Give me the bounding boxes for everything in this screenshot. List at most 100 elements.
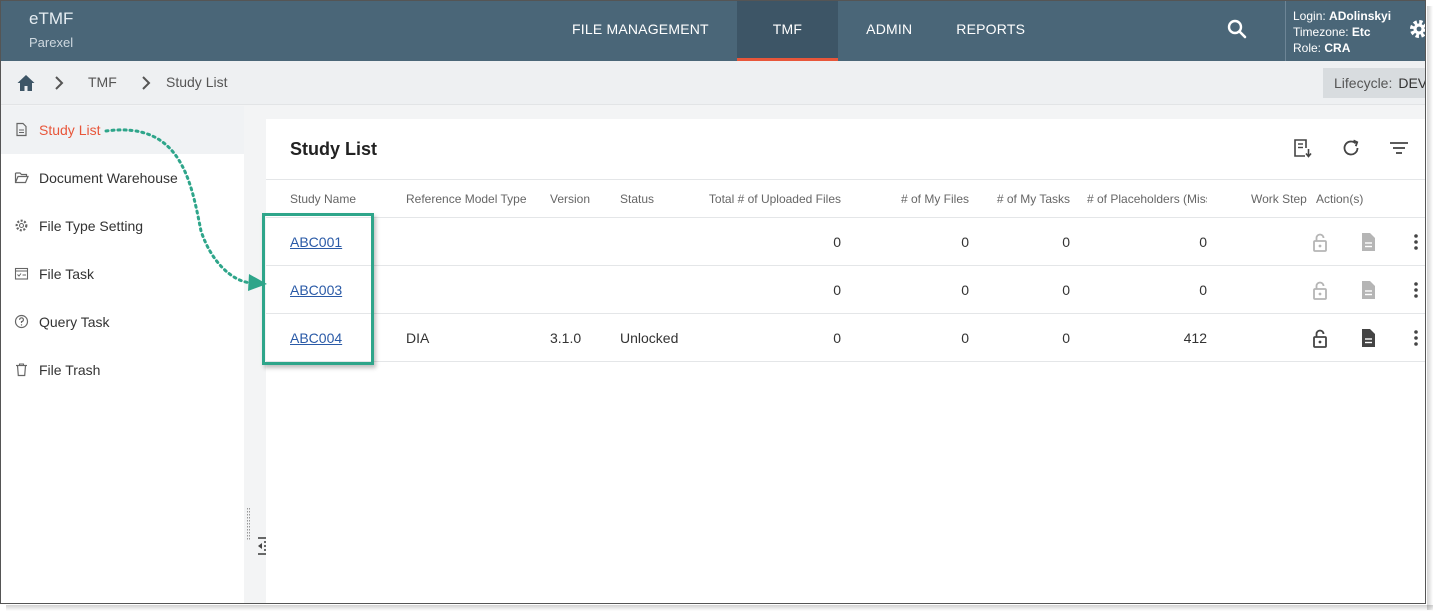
lock-icon [1309, 279, 1331, 301]
login-value: ADolinskyi [1329, 9, 1392, 23]
folder-open-icon [14, 172, 29, 184]
breadcrumb-study-list: Study List [166, 74, 228, 90]
version [550, 265, 620, 314]
lifecycle-value: DEV [1398, 75, 1426, 91]
total-uploaded: 0 [705, 265, 841, 314]
lock-icon [1309, 231, 1331, 253]
help-circle-icon [14, 314, 29, 329]
chevron-right-icon [55, 76, 64, 90]
my-tasks: 0 [969, 217, 1070, 266]
more-options-icon[interactable] [1405, 327, 1425, 349]
sidebar-item-file-task[interactable]: File Task [1, 250, 244, 298]
placeholders: 0 [1070, 265, 1207, 314]
my-files: 0 [841, 217, 969, 266]
sidebar-item-label: Document Warehouse [39, 170, 178, 186]
work-step [1251, 217, 1316, 266]
task-list-icon [14, 267, 29, 280]
version [550, 217, 620, 266]
nav-file-management[interactable]: FILE MANAGEMENT [556, 1, 725, 61]
placeholders: 412 [1070, 313, 1207, 362]
my-tasks: 0 [969, 265, 1070, 314]
table-row: ABC001 0 0 0 0 [266, 217, 1425, 266]
column-header[interactable]: Total # of Uploaded Files [705, 179, 841, 218]
column-header[interactable]: Work Step [1251, 179, 1316, 218]
work-step [1251, 313, 1316, 362]
column-header[interactable]: # of My Tasks [969, 179, 1070, 218]
resize-handle[interactable] [246, 508, 251, 540]
chevron-right-icon [142, 76, 151, 90]
document-action-icon [1357, 279, 1379, 301]
app-name: eTMF [29, 9, 74, 28]
table-header-row: Study Name Reference Model Type Version … [266, 179, 1425, 218]
timezone-label: Timezone: [1293, 25, 1349, 39]
top-header: eTMF Parexel FILE MANAGEMENT TMF ADMIN R… [1, 1, 1426, 61]
breadcrumb-tmf[interactable]: TMF [88, 74, 117, 90]
placeholders: 0 [1070, 217, 1207, 266]
app-window: eTMF Parexel FILE MANAGEMENT TMF ADMIN R… [0, 0, 1426, 604]
trash-icon [16, 363, 27, 377]
study-name-link[interactable]: ABC001 [290, 234, 342, 250]
org-name: Parexel [29, 35, 74, 50]
total-uploaded: 0 [705, 217, 841, 266]
sidebar-item-study-list[interactable]: Study List [1, 106, 244, 154]
brand: eTMF Parexel [29, 9, 73, 50]
login-label: Login: [1293, 9, 1326, 23]
column-header[interactable]: Version [550, 179, 620, 218]
my-files: 0 [841, 313, 969, 362]
status [620, 217, 705, 266]
page-title: Study List [290, 139, 378, 159]
reference-model-type: DIA [406, 313, 550, 362]
role-label: Role: [1293, 41, 1322, 55]
status: Unlocked [620, 313, 705, 362]
more-options-icon[interactable] [1405, 231, 1425, 253]
column-header[interactable]: Reference Model Type [406, 179, 550, 218]
refresh-icon[interactable] [1340, 137, 1362, 159]
version: 3.1.0 [550, 313, 620, 362]
column-header: Action(s) [1316, 179, 1425, 218]
my-files: 0 [841, 265, 969, 314]
sidebar-item-label: File Trash [39, 362, 101, 378]
settings-gear-icon[interactable] [1407, 17, 1426, 41]
column-header[interactable]: Study Name [290, 179, 406, 218]
study-name-link[interactable]: ABC003 [290, 282, 342, 298]
lock-icon[interactable] [1309, 327, 1331, 349]
sidebar: Study List Document Warehouse File Type … [1, 106, 244, 603]
column-header[interactable]: # of Placeholders (Missing) [1070, 179, 1207, 218]
gear-icon [15, 219, 28, 232]
total-uploaded: 0 [705, 313, 841, 362]
document-action-icon [1357, 231, 1379, 253]
sidebar-item-file-type-setting[interactable]: File Type Setting [1, 202, 244, 250]
timezone-value: Etc [1351, 25, 1371, 39]
sidebar-item-label: Study List [39, 122, 101, 138]
sidebar-item-label: File Type Setting [39, 218, 144, 234]
column-header[interactable]: # of My Files [841, 179, 969, 218]
column-header[interactable]: Status [620, 179, 705, 218]
user-info: Login: ADolinskyi Timezone: Etc Role: CR… [1285, 1, 1405, 61]
study-table: Study Name Reference Model Type Version … [266, 179, 1425, 362]
nav-admin[interactable]: ADMIN [850, 1, 928, 61]
nav-tmf[interactable]: TMF [736, 1, 839, 61]
table-row: ABC003 0 0 0 0 [266, 265, 1425, 314]
home-icon[interactable] [16, 73, 36, 93]
sidebar-item-query-task[interactable]: Query Task [1, 298, 244, 346]
role-value: CRA [1324, 41, 1351, 55]
study-name-link[interactable]: ABC004 [290, 330, 342, 346]
more-options-icon[interactable] [1405, 279, 1425, 301]
sidebar-item-file-trash[interactable]: File Trash [1, 346, 244, 394]
lifecycle-selector[interactable]: Lifecycle: DEV [1323, 68, 1426, 98]
breadcrumb: TMF Study List Lifecycle: DEV [1, 61, 1426, 105]
main-nav: FILE MANAGEMENT TMF ADMIN REPORTS [556, 1, 1041, 61]
reference-model-type [406, 217, 550, 266]
document-action-icon[interactable] [1357, 327, 1379, 349]
status [620, 265, 705, 314]
document-icon [16, 122, 27, 137]
lifecycle-label: Lifecycle: [1334, 75, 1393, 91]
nav-reports[interactable]: REPORTS [940, 1, 1041, 61]
study-list-panel: Study List Study Name Reference Model Ty… [266, 119, 1425, 603]
reference-model-type [406, 265, 550, 314]
export-icon[interactable] [1291, 137, 1313, 159]
filter-icon[interactable] [1388, 137, 1410, 159]
sidebar-item-document-warehouse[interactable]: Document Warehouse [1, 154, 244, 202]
search-icon[interactable] [1225, 17, 1249, 41]
work-step [1251, 265, 1316, 314]
